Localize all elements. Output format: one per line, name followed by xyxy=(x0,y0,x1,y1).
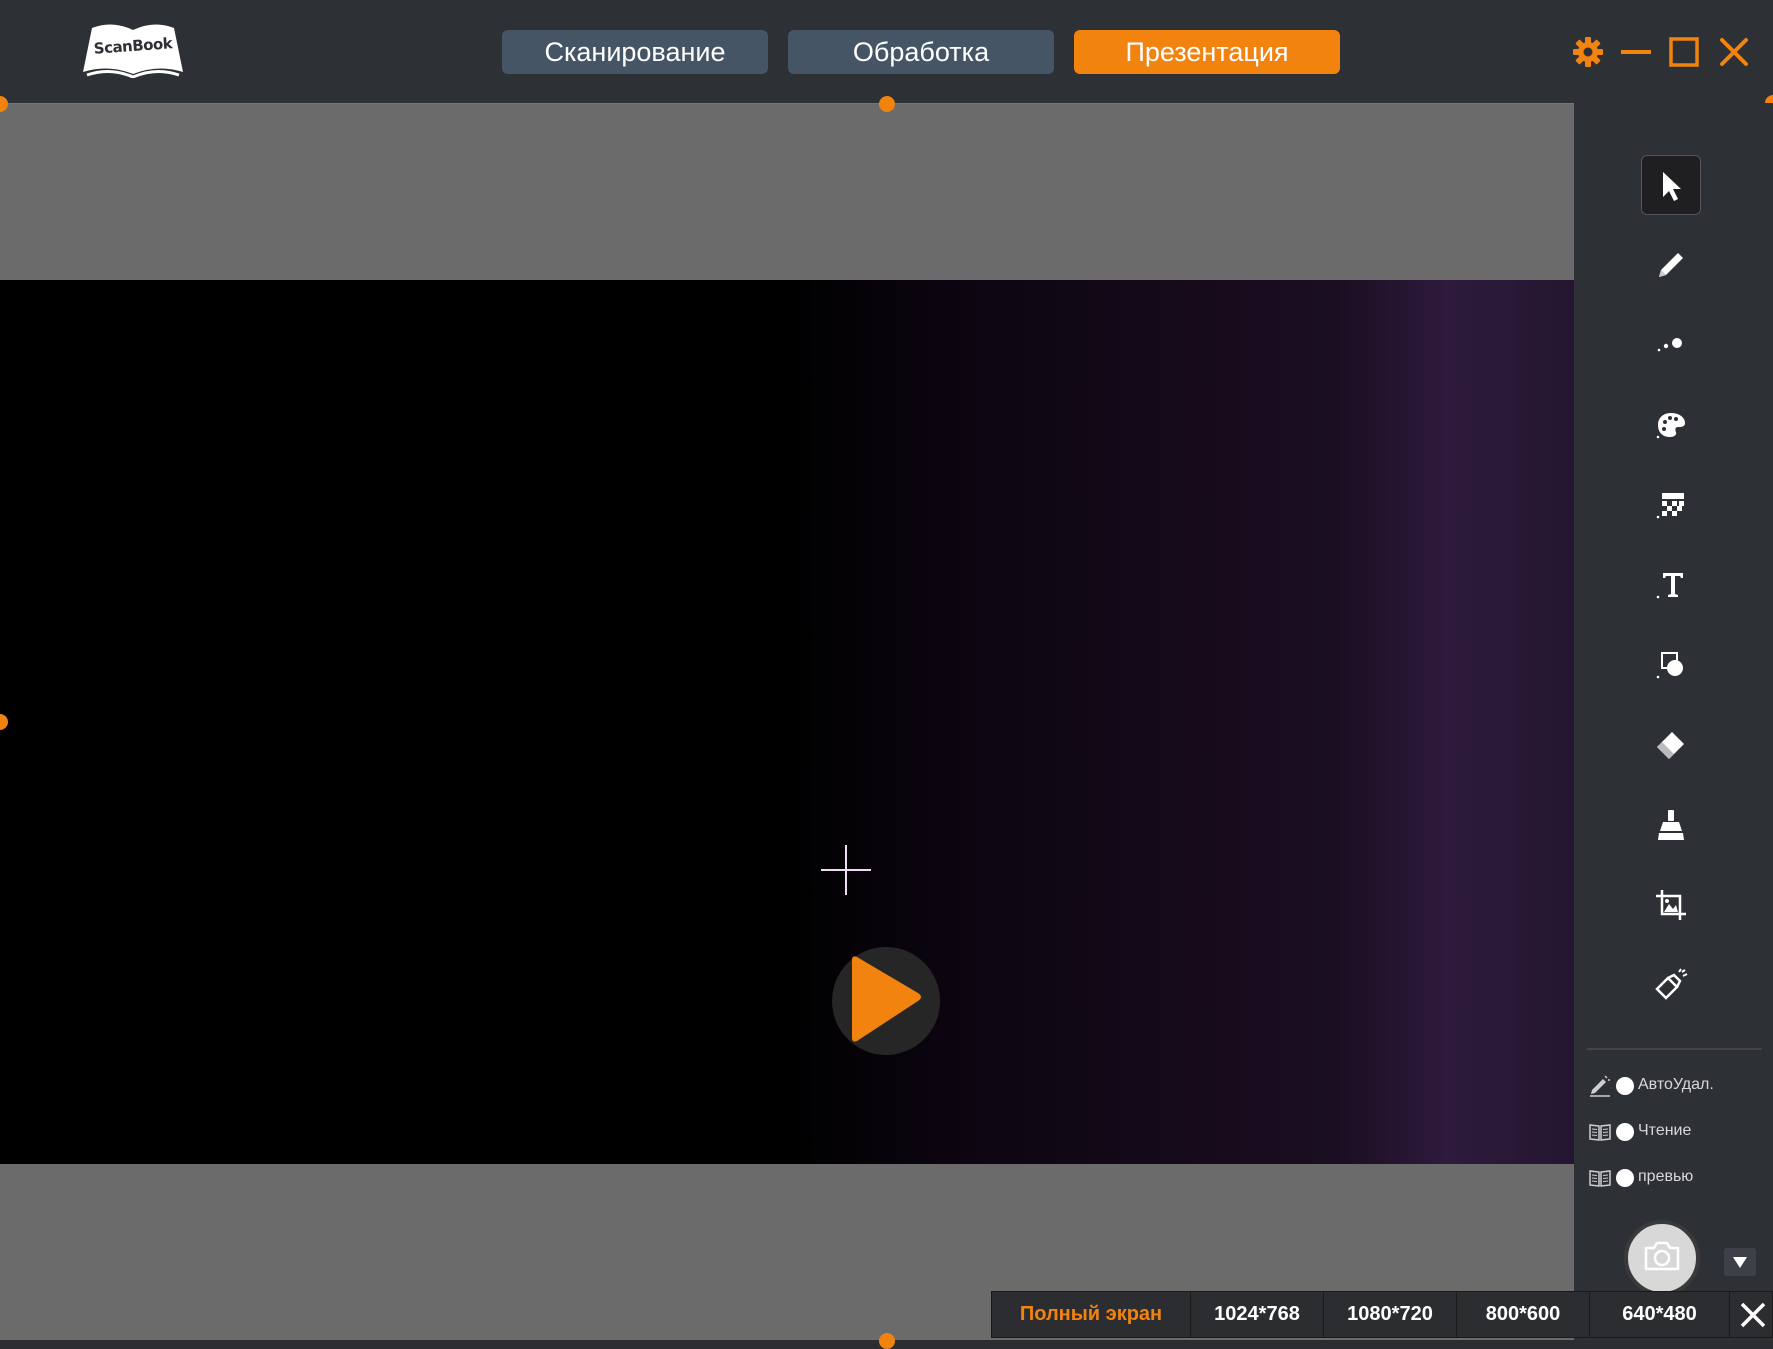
minimize-icon[interactable] xyxy=(1618,34,1654,70)
auto-erase-icon xyxy=(1588,1074,1612,1098)
tab-scanning[interactable]: Сканирование xyxy=(502,30,768,74)
scanbook-logo: ScanBook xyxy=(80,22,186,78)
pencil-tool[interactable] xyxy=(1641,235,1701,295)
text-icon xyxy=(1656,573,1683,599)
palette-icon xyxy=(1656,413,1685,439)
reading-label: Чтение xyxy=(1638,1122,1692,1139)
clear-all-icon xyxy=(1658,810,1684,840)
presentation-stage[interactable] xyxy=(0,96,1574,1349)
resolution-bar-close-icon[interactable] xyxy=(1732,1292,1772,1337)
text-tool[interactable] xyxy=(1641,555,1701,615)
shapes-icon xyxy=(1656,652,1683,679)
camera-preview[interactable] xyxy=(0,280,1574,1164)
camera-icon xyxy=(1644,1241,1680,1271)
capture-options-dropdown[interactable] xyxy=(1724,1248,1756,1276)
preview-radio[interactable] xyxy=(1616,1169,1634,1187)
eraser-icon xyxy=(1657,732,1684,759)
color-tool[interactable] xyxy=(1641,395,1701,455)
clear-all-tool[interactable] xyxy=(1641,795,1701,855)
tab-presentation[interactable]: Презентация xyxy=(1074,30,1340,74)
reading-radio[interactable] xyxy=(1616,1123,1634,1141)
line-width-tool[interactable] xyxy=(1641,315,1701,375)
option-auto-delete[interactable]: АвтоУдал. xyxy=(1588,1071,1768,1101)
resolution-800x600[interactable]: 800*600 xyxy=(1457,1292,1590,1337)
spotlight-icon xyxy=(1655,968,1688,1000)
chevron-down-icon xyxy=(1733,1257,1747,1268)
auto-delete-radio[interactable] xyxy=(1616,1077,1634,1095)
crop-image-tool[interactable] xyxy=(1641,875,1701,935)
resize-handle-bottom[interactable] xyxy=(879,1333,895,1349)
toolbar-divider xyxy=(1587,1048,1762,1050)
resolution-bar: Полный экран 1024*768 1080*720 800*600 6… xyxy=(991,1291,1773,1338)
option-preview[interactable]: превью xyxy=(1588,1163,1768,1193)
gear-icon[interactable] xyxy=(1570,34,1606,70)
spotlight-tool[interactable] xyxy=(1641,955,1701,1015)
resolution-1080x720[interactable]: 1080*720 xyxy=(1324,1292,1457,1337)
shape-tool[interactable] xyxy=(1641,635,1701,695)
crop-image-icon xyxy=(1656,890,1686,920)
play-button[interactable] xyxy=(832,947,940,1055)
pointer-icon xyxy=(1663,172,1681,201)
tab-processing[interactable]: Обработка xyxy=(788,30,1054,74)
eraser-tool[interactable] xyxy=(1641,715,1701,775)
resize-handle-top[interactable] xyxy=(879,96,895,112)
close-icon[interactable] xyxy=(1716,34,1752,70)
pointer-tool[interactable] xyxy=(1641,155,1701,215)
book-icon xyxy=(1588,1120,1612,1144)
capture-button[interactable] xyxy=(1624,1220,1700,1296)
option-reading[interactable]: Чтение xyxy=(1588,1117,1768,1147)
crosshair-cursor-icon xyxy=(820,844,872,896)
maximize-icon[interactable] xyxy=(1666,34,1702,70)
resolution-1024x768[interactable]: 1024*768 xyxy=(1191,1292,1324,1337)
app-header: ScanBook Сканирование Обработка Презента… xyxy=(0,0,1773,103)
mosaic-icon xyxy=(1656,493,1684,519)
resolution-640x480[interactable]: 640*480 xyxy=(1590,1292,1730,1337)
resolution-fullscreen[interactable]: Полный экран xyxy=(992,1292,1191,1337)
mosaic-tool[interactable] xyxy=(1641,475,1701,535)
pencil-icon xyxy=(1659,253,1683,277)
line-width-icon xyxy=(1657,338,1682,352)
preview-label: превью xyxy=(1638,1168,1694,1185)
annotation-toolbar: АвтоУдал. Чтение превью xyxy=(1574,103,1773,1340)
auto-delete-label: АвтоУдал. xyxy=(1638,1076,1714,1093)
book-icon xyxy=(1588,1166,1612,1190)
